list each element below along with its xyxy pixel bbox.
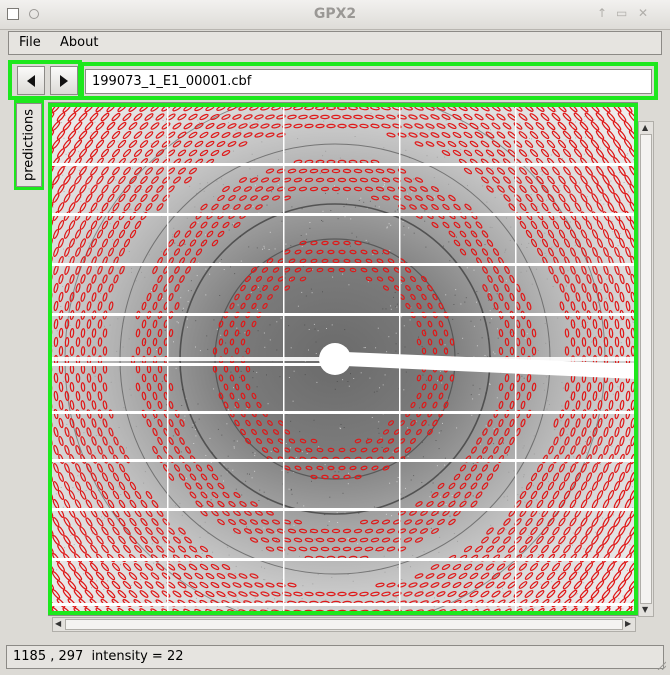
previous-image-button[interactable] (17, 66, 45, 95)
close-icon[interactable]: ✕ (638, 6, 648, 20)
scroll-right-icon[interactable]: ▶ (625, 620, 631, 628)
status-intensity: intensity = 22 (91, 649, 183, 664)
vertical-scrollbar[interactable]: ▲ ▼ (638, 121, 654, 617)
next-image-button[interactable] (50, 66, 78, 95)
predictions-tab[interactable]: predictions (16, 103, 42, 187)
title-bar: GPX2 ↑ ▭ ✕ (0, 0, 670, 30)
left-arrow-icon (27, 75, 35, 87)
status-coordinates: 1185 , 297 (13, 649, 83, 664)
predictions-tab-label: predictions (22, 109, 37, 181)
right-arrow-icon (60, 75, 68, 87)
maximize-icon[interactable]: ▭ (616, 6, 627, 20)
scroll-down-icon[interactable]: ▼ (642, 606, 648, 614)
status-bar: 1185 , 297 intensity = 22 (6, 645, 664, 669)
vertical-scroll-thumb[interactable] (640, 134, 652, 604)
maximize-vertical-icon[interactable]: ↑ (597, 6, 607, 20)
image-highlight (48, 103, 638, 615)
menu-file[interactable]: File (19, 35, 41, 50)
resize-grip-icon[interactable] (656, 660, 666, 670)
horizontal-scrollbar[interactable]: ◀ ▶ (52, 617, 636, 632)
scroll-left-icon[interactable]: ◀ (55, 620, 61, 628)
menu-about[interactable]: About (60, 35, 98, 50)
file-name-field[interactable]: 199073_1_E1_00001.cbf (85, 69, 652, 94)
scroll-up-icon[interactable]: ▲ (642, 124, 648, 132)
window-title: GPX2 (0, 6, 670, 22)
horizontal-scroll-thumb[interactable] (65, 619, 623, 630)
menu-bar: File About (8, 31, 662, 55)
